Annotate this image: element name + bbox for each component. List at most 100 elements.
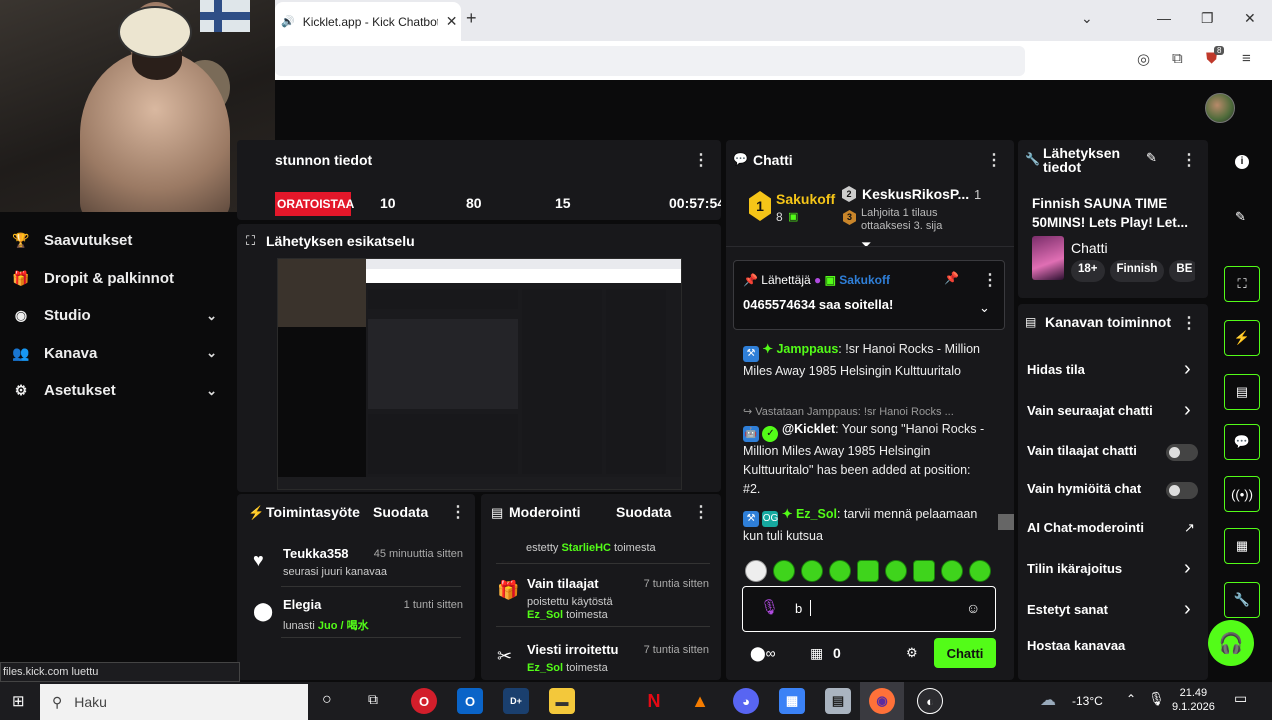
new-tab-button[interactable]: + bbox=[466, 8, 477, 29]
disney-icon[interactable]: D+ bbox=[503, 688, 529, 714]
channel-action-item[interactable]: AI Chat-moderointi bbox=[1027, 520, 1144, 535]
chat-user[interactable]: Ez_Sol bbox=[796, 507, 837, 521]
emote-4[interactable] bbox=[885, 560, 907, 582]
activity-item[interactable]: ⬤ Elegia 1 tunti sitten lunasti Juo / 喝水 bbox=[237, 591, 475, 640]
chevron-right-icon[interactable]: › bbox=[1184, 358, 1191, 381]
taskbar-search[interactable]: ⚲ Haku bbox=[40, 684, 308, 720]
chat-user[interactable]: @Kicklet bbox=[782, 422, 835, 436]
toggle-switch[interactable] bbox=[1166, 482, 1198, 499]
rail-info-button[interactable]: 🔧 bbox=[1224, 582, 1260, 618]
chevron-right-icon[interactable]: › bbox=[1184, 557, 1191, 580]
expand-pinned-icon[interactable]: ⌄ bbox=[979, 300, 990, 316]
sidebar-item[interactable]: ◉ Studio ⌄ bbox=[12, 307, 217, 324]
cortana-icon[interactable]: ○ bbox=[322, 691, 332, 709]
avatar[interactable] bbox=[1205, 93, 1235, 123]
microphone-icon[interactable]: 🎙 bbox=[1148, 691, 1165, 707]
chat-menu-icon[interactable]: ⋮ bbox=[986, 150, 1002, 170]
channel-action-item[interactable]: Hostaa kanavaa bbox=[1027, 638, 1125, 653]
emote-clown[interactable] bbox=[773, 560, 795, 582]
firefox-icon[interactable]: ◉ bbox=[869, 688, 895, 714]
rail-chat-button[interactable]: 💬 bbox=[1224, 424, 1260, 460]
discord-icon[interactable]: ◕ bbox=[733, 688, 759, 714]
activity-user[interactable]: Elegia bbox=[283, 597, 321, 612]
notifications-icon[interactable]: ▭ bbox=[1234, 690, 1247, 707]
mod-user[interactable]: Ez_Sol bbox=[527, 662, 563, 674]
chat-scrollbar[interactable] bbox=[998, 514, 1014, 530]
chat-settings-icon[interactable]: ⚙ bbox=[906, 645, 918, 661]
sidebar-item[interactable]: ⚙ Asetukset ⌄ bbox=[12, 382, 217, 399]
clock[interactable]: 21.49 9.1.2026 bbox=[1172, 686, 1215, 714]
mic-icon[interactable]: 🎙 bbox=[760, 598, 779, 616]
outlook-icon[interactable]: O bbox=[457, 688, 483, 714]
channel-action-item[interactable]: Estetyt sanat bbox=[1027, 602, 1108, 617]
chevron-right-icon[interactable]: › bbox=[1184, 598, 1191, 621]
close-window-icon[interactable]: ✕ bbox=[1244, 10, 1256, 27]
stats-menu-icon[interactable]: ⋮ bbox=[693, 150, 709, 170]
activity-menu-icon[interactable]: ⋮ bbox=[450, 502, 466, 522]
vault-icon[interactable]: ▦ bbox=[810, 645, 823, 662]
emote-2[interactable] bbox=[829, 560, 851, 582]
opera-icon[interactable]: O bbox=[411, 688, 437, 714]
moderation-item[interactable]: ✂ Viesti irroitettu 7 tuntia sitten Ez_Sol … bbox=[481, 636, 721, 686]
emote-1[interactable] bbox=[801, 560, 823, 582]
category-thumbnail[interactable] bbox=[1032, 236, 1064, 280]
emote-3[interactable] bbox=[857, 560, 879, 582]
tag[interactable]: 18+ bbox=[1071, 260, 1105, 282]
chat-input-value[interactable]: b bbox=[795, 601, 802, 616]
emote-6[interactable] bbox=[941, 560, 963, 582]
unpin-icon[interactable]: 📌 bbox=[944, 271, 959, 285]
account-icon[interactable]: ◎ bbox=[1137, 50, 1150, 68]
support-button[interactable]: 🎧 bbox=[1208, 620, 1254, 666]
pinned-menu-icon[interactable]: ⋮ bbox=[982, 270, 998, 290]
stream-info-menu-icon[interactable]: ⋮ bbox=[1181, 150, 1197, 170]
rail-actions-button[interactable]: ▦ bbox=[1224, 528, 1260, 564]
windows-start-icon[interactable]: ⊞ bbox=[12, 692, 25, 710]
sidebar-item[interactable]: 🏆 Saavutukset bbox=[12, 232, 217, 249]
activity-filter-button[interactable]: Suodata bbox=[373, 504, 428, 520]
category-name[interactable]: Chatti bbox=[1071, 240, 1108, 256]
info-icon[interactable]: i bbox=[1235, 155, 1249, 169]
sidebar-item[interactable]: 🎁 Dropit & palkinnot bbox=[12, 270, 217, 287]
netflix-icon[interactable]: N bbox=[641, 688, 667, 714]
restore-icon[interactable]: ❐ bbox=[1201, 10, 1214, 27]
rail-moderation-button[interactable]: ▤ bbox=[1224, 374, 1260, 410]
top-gifter-name[interactable]: Sakukoff bbox=[776, 191, 835, 207]
emote-5[interactable] bbox=[913, 560, 935, 582]
emoji-icon[interactable]: ☺ bbox=[966, 600, 980, 616]
emote-7[interactable] bbox=[969, 560, 991, 582]
control-panel-icon[interactable]: ▤ bbox=[825, 688, 851, 714]
tab-list-icon[interactable]: ⌄ bbox=[1081, 10, 1093, 27]
sidebar-item[interactable]: 👥 Kanava ⌄ bbox=[12, 345, 217, 362]
rail-activity-button[interactable]: ⚡ bbox=[1224, 320, 1260, 356]
chevron-down-icon[interactable]: ⌄ bbox=[206, 345, 217, 361]
activity-item[interactable]: ♥ Teukka358 45 minuuttia sitten seurasi juu… bbox=[237, 540, 475, 590]
moderation-filter-button[interactable]: Suodata bbox=[616, 504, 671, 520]
activity-user[interactable]: Teukka358 bbox=[283, 546, 349, 561]
edit-icon[interactable]: ✎ bbox=[1146, 150, 1157, 166]
emote-ghost[interactable] bbox=[745, 560, 767, 582]
moderation-item[interactable]: 🎁 Vain tilaajat 7 tuntia sitten poistettu k… bbox=[481, 570, 721, 621]
channel-action-item[interactable]: Vain tilaajat chatti bbox=[1027, 443, 1137, 458]
collapse-leaderboard-icon[interactable]: ⏷ bbox=[861, 237, 871, 253]
vlc-icon[interactable]: ▲ bbox=[687, 688, 713, 714]
chevron-down-icon[interactable]: ⌄ bbox=[206, 308, 217, 324]
channel-action-item[interactable]: Vain hymiöitä chat bbox=[1027, 481, 1141, 496]
pinned-message[interactable] bbox=[733, 260, 1005, 330]
mod-user[interactable]: Ez_Sol bbox=[527, 609, 563, 621]
second-gifter-name[interactable]: KeskusRikosP... bbox=[862, 186, 969, 202]
chat-user[interactable]: Jamppaus bbox=[776, 342, 838, 356]
weather-temp[interactable]: -13°C bbox=[1072, 694, 1103, 708]
task-view-icon[interactable]: ⧉ bbox=[368, 691, 378, 708]
external-link-icon[interactable]: ↗ bbox=[1184, 520, 1195, 536]
chat-input[interactable] bbox=[742, 586, 996, 632]
tray-chevron-icon[interactable]: ⌃ bbox=[1126, 692, 1136, 706]
rail-broadcast-button[interactable]: ((•)) bbox=[1224, 476, 1260, 512]
obs-icon[interactable]: ◐ bbox=[917, 688, 943, 714]
tag[interactable]: BE bbox=[1169, 260, 1195, 282]
channel-actions-menu-icon[interactable]: ⋮ bbox=[1181, 313, 1197, 333]
tag[interactable]: Finnish bbox=[1109, 260, 1165, 282]
points-icon[interactable]: ⬤∞ bbox=[750, 645, 776, 662]
browser-tab[interactable]: 🔊 Kicklet.app - Kick Chatbot a ✕ bbox=[275, 2, 461, 41]
address-bar[interactable] bbox=[275, 46, 1025, 76]
moderation-menu-icon[interactable]: ⋮ bbox=[693, 502, 709, 522]
